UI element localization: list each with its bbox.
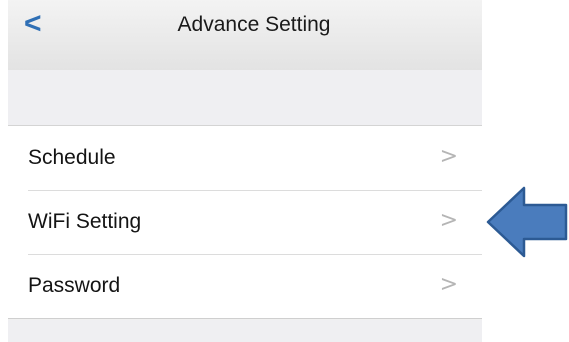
section-spacer-bottom: [8, 320, 482, 342]
menu-item-wifi-setting[interactable]: WiFi Setting >: [8, 190, 482, 254]
menu-item-label: WiFi Setting: [28, 210, 142, 233]
menu-item-label: Schedule: [28, 146, 116, 169]
chevron-right-icon: >: [439, 272, 458, 297]
row-divider: [28, 254, 482, 255]
chevron-right-icon: >: [439, 144, 458, 169]
screenshot-stage: < Advance Setting Schedule > WiFi Settin…: [0, 0, 569, 342]
navigation-bar: < Advance Setting: [8, 0, 482, 70]
menu-item-password[interactable]: Password >: [8, 254, 482, 318]
row-divider: [28, 190, 482, 191]
back-chevron-icon: <: [24, 7, 42, 40]
back-button[interactable]: <: [24, 4, 58, 44]
section-spacer: [8, 70, 482, 126]
page-title: Advance Setting: [177, 13, 331, 36]
left-arrow-icon: [486, 186, 568, 258]
settings-list: Schedule > WiFi Setting > Password >: [8, 126, 482, 319]
app-screen: < Advance Setting Schedule > WiFi Settin…: [8, 0, 482, 342]
menu-item-schedule[interactable]: Schedule >: [8, 126, 482, 190]
chevron-right-icon: >: [439, 208, 458, 233]
left-arrow-shape: [486, 186, 568, 258]
menu-item-label: Password: [28, 274, 121, 297]
